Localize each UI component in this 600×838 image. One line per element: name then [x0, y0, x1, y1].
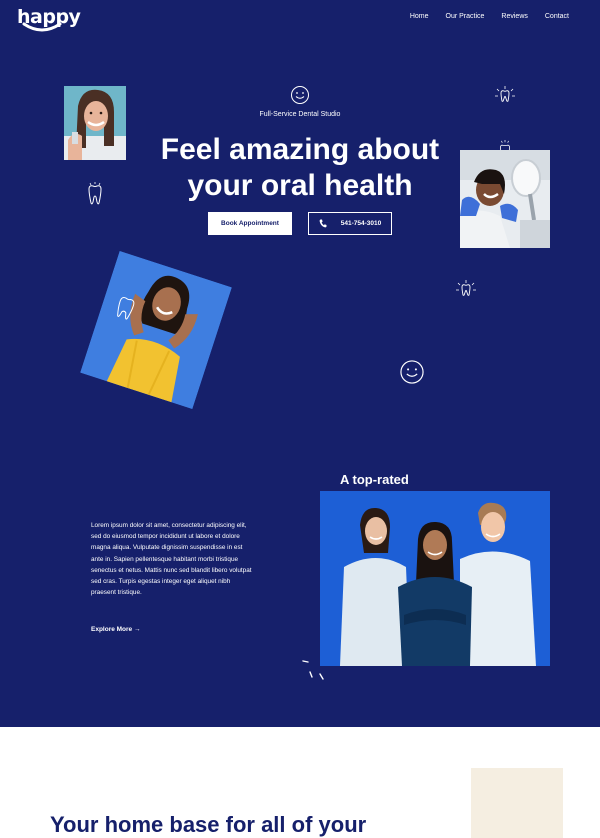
team-description: Lorem ipsum dolor sit amet, consectetur …: [91, 522, 252, 597]
nav-reviews[interactable]: Reviews: [501, 13, 527, 20]
bottom-section-photo: [471, 768, 563, 838]
main-nav: Home Our Practice Reviews Contact: [410, 13, 569, 20]
logo-smile-icon: [22, 22, 62, 32]
nav-contact[interactable]: Contact: [545, 13, 569, 20]
nav-home[interactable]: Home: [410, 13, 429, 20]
sparkle-tooth-icon: [495, 86, 515, 102]
book-appointment-button[interactable]: Book Appointment: [208, 212, 292, 235]
phone-icon: [319, 219, 327, 228]
child-smiling-photo: [64, 86, 126, 160]
woman-yellow-top-photo: [80, 250, 232, 410]
sparkle-tooth-icon: [456, 280, 476, 296]
phone-label: 541-754-3010: [340, 220, 382, 227]
nav-our-practice[interactable]: Our Practice: [446, 13, 485, 20]
smiley-icon: [291, 86, 309, 104]
patient-mirror-photo: [460, 150, 550, 248]
team-heading-line-1: A top-rated: [340, 472, 409, 487]
sparkle-icon: [302, 660, 324, 680]
explore-more-link[interactable]: Explore More →: [91, 626, 140, 633]
home-base-heading: Your home base for all of your: [50, 812, 367, 837]
phone-button[interactable]: 541-754-3010: [308, 212, 392, 235]
smiley-icon: [400, 360, 424, 384]
team-photo: [320, 491, 550, 666]
hero-section: happy Home Our Practice Reviews Contact …: [0, 0, 600, 727]
